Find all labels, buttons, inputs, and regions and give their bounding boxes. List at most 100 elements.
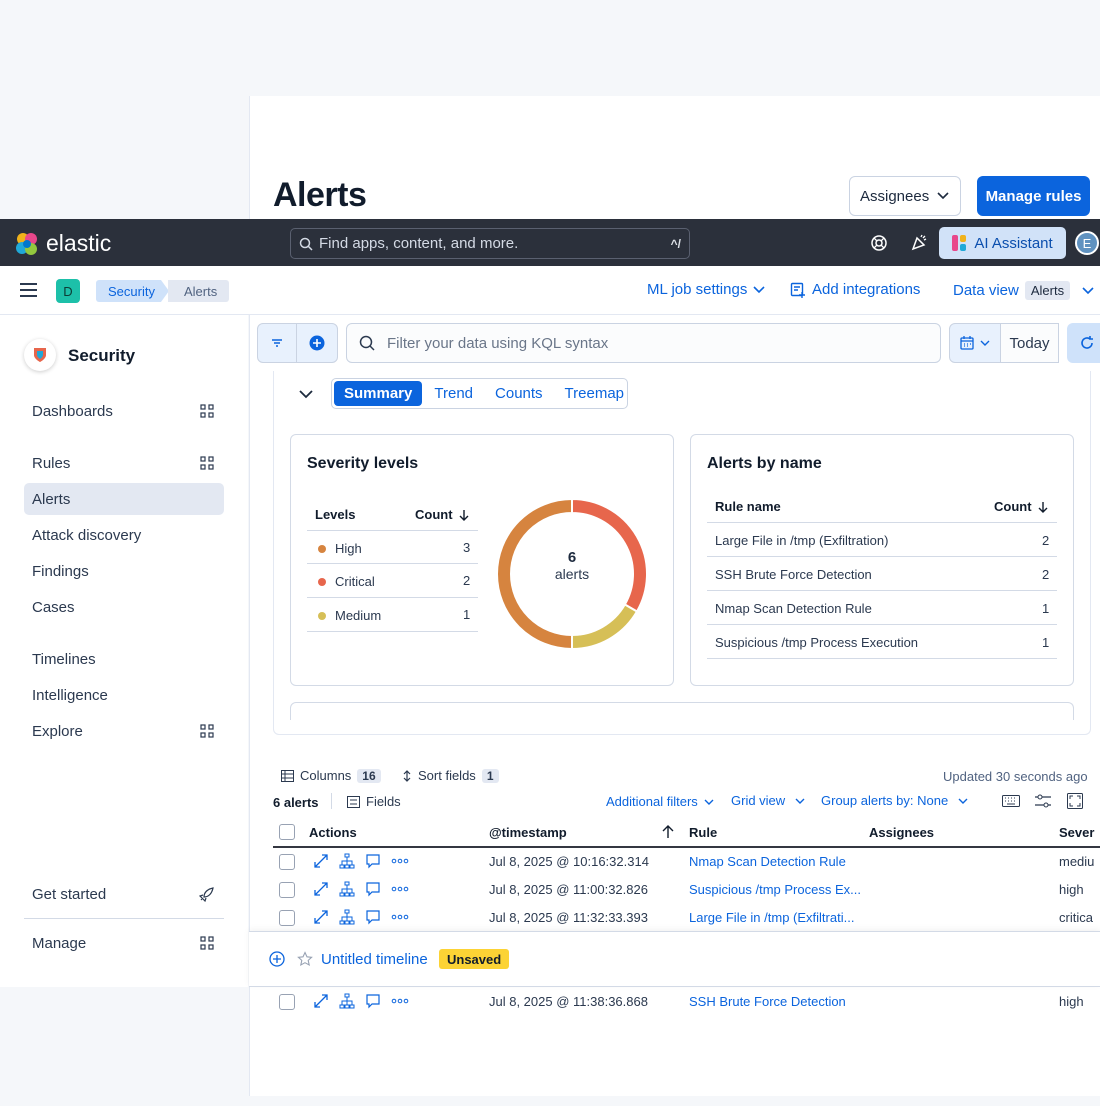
keyboard-shortcuts-icon[interactable] <box>1002 795 1020 807</box>
global-search-input[interactable]: Find apps, content, and more. ^/ <box>290 228 690 259</box>
more-actions-icon[interactable] <box>391 853 409 869</box>
timestamp-column-header[interactable]: @timestamp <box>489 825 567 840</box>
severity-count: 3 <box>463 540 471 555</box>
levels-column-header[interactable]: Levels <box>315 507 355 522</box>
severity-row-high[interactable]: High <box>318 541 362 556</box>
row-checkbox[interactable] <box>279 854 295 870</box>
analyze-event-icon[interactable] <box>339 853 355 869</box>
row-checkbox[interactable] <box>279 882 295 898</box>
tab-treemap[interactable]: Treemap <box>555 381 634 406</box>
nav-item-cases[interactable]: Cases <box>24 591 224 623</box>
rule-name-cell[interactable]: SSH Brute Force Detection <box>715 567 872 582</box>
analyze-event-icon[interactable] <box>339 993 355 1009</box>
nav-item-timelines[interactable]: Timelines <box>24 643 224 675</box>
add-note-icon[interactable] <box>365 909 381 925</box>
tab-trend[interactable]: Trend <box>424 381 483 406</box>
menu-icon[interactable] <box>20 283 37 297</box>
row-checkbox[interactable] <box>279 994 295 1010</box>
severity-row-medium[interactable]: Medium <box>318 608 381 623</box>
sort-up-icon[interactable] <box>662 825 674 839</box>
more-actions-icon[interactable] <box>391 909 409 925</box>
rule-link[interactable]: Nmap Scan Detection Rule <box>689 854 846 869</box>
assignees-button[interactable]: Assignees <box>849 176 961 216</box>
severity-row-critical[interactable]: Critical <box>318 574 375 589</box>
rule-link[interactable]: Suspicious /tmp Process Ex... <box>689 882 861 897</box>
news-feed-icon[interactable] <box>910 234 928 252</box>
fields-button[interactable]: Fields <box>347 794 401 809</box>
nav-item-dashboards[interactable]: Dashboards <box>24 395 224 427</box>
rule-column-header[interactable]: Rule <box>689 825 717 840</box>
severity-column-header[interactable]: Sever <box>1059 825 1094 840</box>
add-filter-button[interactable] <box>296 323 338 363</box>
sort-fields-button[interactable]: Sort fields 1 <box>402 768 499 783</box>
add-timeline-icon[interactable] <box>269 951 285 967</box>
space-avatar[interactable]: D <box>56 279 80 303</box>
help-icon[interactable] <box>870 234 888 252</box>
nav-item-label: Alerts <box>32 490 71 508</box>
nav-item-intelligence[interactable]: Intelligence <box>24 679 224 711</box>
rule-name-cell[interactable]: Nmap Scan Detection Rule <box>715 601 872 616</box>
tab-summary[interactable]: Summary <box>334 381 423 406</box>
nav-item-rules[interactable]: Rules <box>24 447 224 479</box>
rule-name-cell[interactable]: Suspicious /tmp Process Execution <box>715 635 918 650</box>
nav-item-attack-discovery[interactable]: Attack discovery <box>24 519 224 551</box>
nav-item-get-started[interactable]: Get started <box>24 878 224 910</box>
star-icon[interactable] <box>297 951 313 967</box>
group-by-button[interactable]: Group alerts by: None <box>821 793 968 808</box>
severity-cell: mediu <box>1059 854 1095 869</box>
nav-item-alerts[interactable]: Alerts <box>24 483 224 515</box>
rule-name-cell[interactable]: Large File in /tmp (Exfiltration) <box>715 533 888 548</box>
add-note-icon[interactable] <box>365 881 381 897</box>
user-avatar[interactable]: E <box>1075 231 1099 255</box>
more-actions-icon[interactable] <box>391 881 409 897</box>
grid-view-button[interactable]: Grid view <box>731 793 805 808</box>
additional-filters-button[interactable]: Additional filters <box>606 794 714 809</box>
kql-search-input[interactable]: Filter your data using KQL syntax <box>346 323 941 363</box>
assignees-column-header[interactable]: Assignees <box>869 825 934 840</box>
analyze-event-icon[interactable] <box>339 909 355 925</box>
expand-icon[interactable] <box>313 993 329 1009</box>
manage-rules-button[interactable]: Manage rules <box>977 176 1090 216</box>
row-checkbox[interactable] <box>279 910 295 926</box>
rule-count-cell: 2 <box>1042 533 1050 548</box>
ai-assistant-button[interactable]: AI Assistant <box>939 227 1066 259</box>
row-actions <box>313 881 409 897</box>
timeline-title[interactable]: Untitled timeline <box>321 951 428 968</box>
add-integrations-link[interactable]: Add integrations <box>790 281 920 298</box>
elastic-logo[interactable]: elastic <box>14 230 111 257</box>
nav-item-explore[interactable]: Explore <box>24 715 224 747</box>
count-column-header[interactable]: Count <box>994 499 1048 514</box>
nav-item-label: Get started <box>32 885 107 903</box>
expand-icon[interactable] <box>313 881 329 897</box>
display-settings-icon[interactable] <box>1035 794 1051 808</box>
date-quick-select-button[interactable] <box>949 323 1001 363</box>
add-note-icon[interactable] <box>365 993 381 1009</box>
sort-fields-label: Sort fields <box>418 768 476 783</box>
rule-name-column-header[interactable]: Rule name <box>715 499 781 514</box>
more-actions-icon[interactable] <box>391 993 409 1009</box>
severity-level-label: Critical <box>335 574 375 589</box>
rule-link[interactable]: Large File in /tmp (Exfiltrati... <box>689 910 854 925</box>
expand-icon[interactable] <box>313 853 329 869</box>
add-note-icon[interactable] <box>365 853 381 869</box>
nav-item-manage[interactable]: Manage <box>24 927 224 959</box>
nav-item-label: Explore <box>32 722 83 740</box>
filter-options-button[interactable] <box>257 323 297 363</box>
nav-item-findings[interactable]: Findings <box>24 555 224 587</box>
select-all-checkbox[interactable] <box>279 824 295 840</box>
columns-button[interactable]: Columns 16 <box>281 768 381 783</box>
date-range-display[interactable]: Today <box>1000 323 1059 363</box>
analyze-event-icon[interactable] <box>339 881 355 897</box>
donut-segment-medium[interactable] <box>571 603 639 650</box>
count-column-header[interactable]: Count <box>415 507 469 522</box>
fullscreen-icon[interactable] <box>1067 793 1083 809</box>
data-view-picker[interactable]: Data view Alerts <box>953 281 1094 300</box>
ml-job-settings-button[interactable]: ML job settings <box>647 281 765 298</box>
rule-link[interactable]: SSH Brute Force Detection <box>689 994 846 1009</box>
collapse-chevron-icon[interactable] <box>298 388 314 400</box>
breadcrumb-security[interactable]: Security <box>96 280 169 302</box>
table-divider <box>707 590 1057 591</box>
tab-counts[interactable]: Counts <box>485 381 553 406</box>
expand-icon[interactable] <box>313 909 329 925</box>
refresh-button[interactable] <box>1067 323 1100 363</box>
